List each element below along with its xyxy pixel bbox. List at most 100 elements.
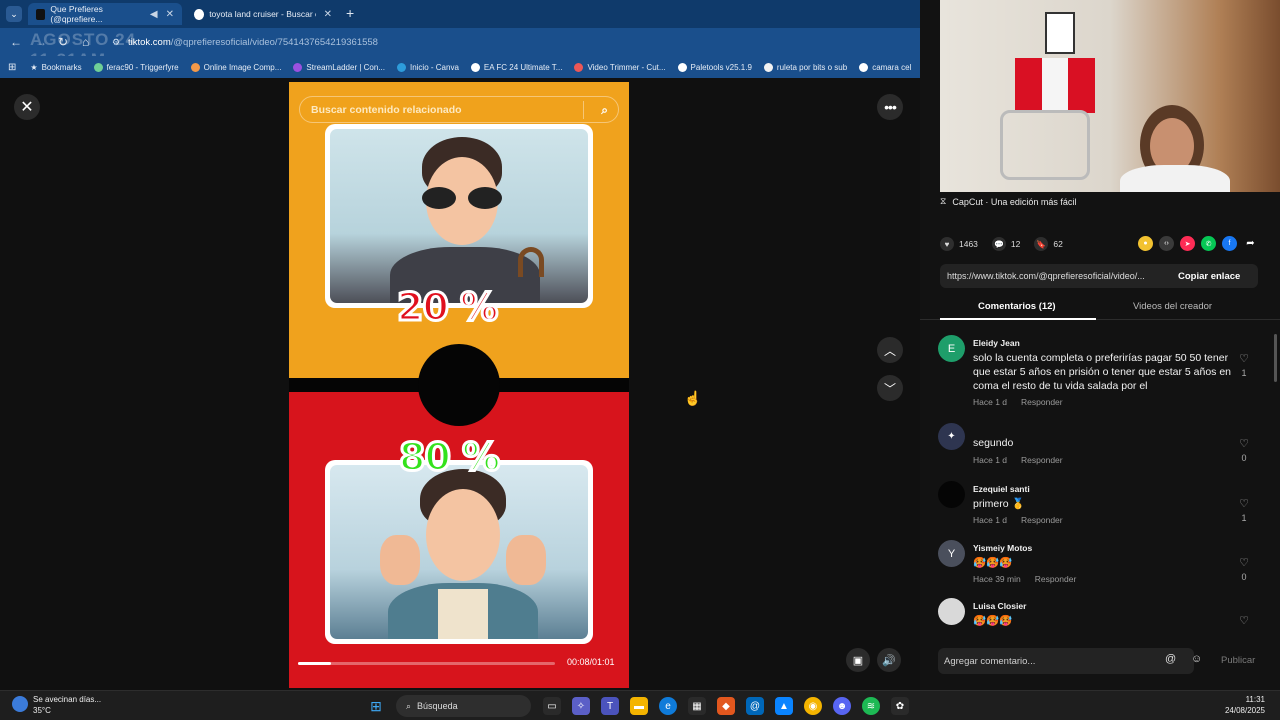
bookmark-item[interactable]: StreamLadder | Con... xyxy=(293,62,385,72)
previous-video-button[interactable]: ︿ xyxy=(877,337,903,363)
mention-icon[interactable]: @ xyxy=(1165,653,1176,665)
copy-link-button[interactable]: Copiar enlace xyxy=(1178,271,1240,282)
tab-google-search[interactable]: toyota land cruiser - Buscar con ✕ xyxy=(186,3,340,25)
close-video-button[interactable]: ✕ xyxy=(14,94,40,120)
store-icon[interactable]: ▦ xyxy=(688,697,706,715)
tiktok-favicon-icon xyxy=(36,8,46,20)
bookmark-item[interactable]: ruleta por bits o sub xyxy=(763,62,847,72)
bookmark-item[interactable]: Video Trimmer - Cut... xyxy=(574,62,666,72)
windows-start-icon[interactable]: ⊞ xyxy=(367,697,385,715)
device-icon: ▣ xyxy=(852,654,864,667)
saves-count: 62 xyxy=(1053,239,1063,249)
apps-grid-icon[interactable]: ⊞ xyxy=(8,62,16,73)
url-field[interactable]: ⚙ tiktok.com/@qprefieresoficial/video/75… xyxy=(110,33,920,52)
edge-icon[interactable]: e xyxy=(659,697,677,715)
more-icon: ••• xyxy=(884,99,897,115)
comment-author[interactable]: Eleidy Jean xyxy=(973,338,1020,348)
reply-button[interactable]: Responder xyxy=(1021,397,1063,407)
heart-icon[interactable]: ♡ xyxy=(1238,556,1250,569)
weather-widget[interactable]: Se avecinan días... 35°C xyxy=(12,694,101,716)
weather-title: Se avecinan días... xyxy=(33,695,102,704)
tab-comments[interactable]: Comentarios (12) xyxy=(978,301,1056,312)
publish-button[interactable]: Publicar xyxy=(1221,655,1255,666)
share-arrow-icon[interactable]: ➦ xyxy=(1243,236,1258,251)
capcut-promo[interactable]: ⧖ CapCut · Una edición más fácil xyxy=(940,196,1076,207)
comment-author[interactable]: Yismeiy Motos xyxy=(973,543,1032,553)
task-view-icon[interactable]: ▭ xyxy=(543,697,561,715)
tab-creator-videos[interactable]: Videos del creador xyxy=(1133,301,1212,312)
comment-text: segundo xyxy=(973,437,1014,449)
bookmark-item[interactable]: EA FC 24 Ultimate T... xyxy=(470,62,562,72)
file-explorer-icon[interactable]: ▬ xyxy=(630,697,648,715)
bookmark-item[interactable]: ★ Bookmarks xyxy=(30,63,81,72)
likes-stat[interactable]: ♥ 1463 xyxy=(940,237,978,251)
close-icon[interactable]: ✕ xyxy=(166,9,174,20)
video-progress-bar[interactable] xyxy=(298,662,555,665)
chrome-icon[interactable]: ◉ xyxy=(804,697,822,715)
saves-stat[interactable]: 🔖 62 xyxy=(1034,237,1063,251)
avatar[interactable]: E xyxy=(938,335,965,362)
save-video-button[interactable]: ▣ xyxy=(846,648,870,672)
speaker-icon[interactable]: ◀ xyxy=(150,9,158,20)
emoji-icon[interactable]: ☺ xyxy=(1191,653,1202,665)
next-video-button[interactable]: ﹀ xyxy=(877,375,903,401)
bookmark-label: ferac90 - Triggerfyre xyxy=(106,62,179,72)
send-icon[interactable]: ➤ xyxy=(1180,236,1195,251)
avatar[interactable] xyxy=(938,481,965,508)
bookmark-favicon-icon xyxy=(93,62,103,72)
bookmark-label: Video Trimmer - Cut... xyxy=(587,62,666,72)
coin-icon[interactable]: ● xyxy=(1138,236,1153,251)
teams-icon[interactable]: T xyxy=(601,697,619,715)
facebook-icon[interactable]: f xyxy=(1222,236,1237,251)
comment-author[interactable]: Luisa Closier xyxy=(973,601,1026,611)
option-bottom-image xyxy=(325,460,593,644)
new-tab-icon[interactable]: + xyxy=(346,5,354,21)
share-link[interactable]: https://www.tiktok.com/@qprefieresoficia… xyxy=(940,271,1170,281)
embed-icon[interactable]: ‹› xyxy=(1159,236,1174,251)
comments-count: 12 xyxy=(1010,239,1021,249)
avatar[interactable]: Y xyxy=(938,540,965,567)
spotify-icon[interactable]: ≋ xyxy=(862,697,880,715)
video-player[interactable]: Buscar contenido relacionado ⌕ 20 % 80 %… xyxy=(289,82,629,688)
tab-tiktok[interactable]: Que Prefieres (@qprefiere... ◀ ✕ xyxy=(28,3,182,25)
avatar[interactable] xyxy=(938,598,965,625)
app-icon[interactable]: ✿ xyxy=(891,697,909,715)
outlook-icon[interactable]: @ xyxy=(746,697,764,715)
close-icon[interactable]: ✕ xyxy=(324,9,332,20)
more-options-button[interactable]: ••• xyxy=(877,94,903,120)
tab-menu-icon[interactable]: ⌄ xyxy=(6,6,22,22)
bookmark-item[interactable]: Online Image Comp... xyxy=(190,62,282,72)
bookmark-label: Online Image Comp... xyxy=(203,62,282,72)
comment-like-count: 0 xyxy=(1241,453,1247,463)
heart-icon[interactable]: ♡ xyxy=(1238,497,1250,510)
photos-icon[interactable]: ▲ xyxy=(775,697,793,715)
taskbar-search[interactable]: ⌕ Búsqueda xyxy=(396,695,531,717)
overlay-date-line: AGOSTO 24 xyxy=(30,30,136,49)
video-progress-fill xyxy=(298,662,332,665)
reply-button[interactable]: Responder xyxy=(1035,574,1077,584)
bookmark-item[interactable]: Inicio - Canva xyxy=(396,62,459,72)
heart-icon[interactable]: ♡ xyxy=(1238,614,1250,627)
reply-button[interactable]: Responder xyxy=(1021,515,1063,525)
related-search-input[interactable]: Buscar contenido relacionado ⌕ xyxy=(299,96,619,123)
office-icon[interactable]: ◆ xyxy=(717,697,735,715)
bookmark-item[interactable]: ferac90 - Triggerfyre xyxy=(93,62,179,72)
comments-stat[interactable]: 💬 12 xyxy=(991,237,1021,251)
bookmark-item[interactable]: Paletools v25.1.9 xyxy=(677,62,752,72)
heart-icon[interactable]: ♡ xyxy=(1238,437,1250,450)
system-clock[interactable]: 11:31 24/08/2025 xyxy=(1212,694,1265,716)
comment-input[interactable]: Agregar comentario... @ ☺ xyxy=(938,648,1202,674)
back-icon[interactable]: ← xyxy=(10,35,22,49)
discord-icon[interactable]: ☻ xyxy=(833,697,851,715)
volume-button[interactable]: 🔊 xyxy=(877,648,901,672)
comment-author[interactable]: Ezequiel santi xyxy=(973,484,1030,494)
avatar[interactable]: ✦ xyxy=(938,423,965,450)
comment-meta: Hace 39 min Responder xyxy=(973,574,1090,584)
copilot-icon[interactable]: ✧ xyxy=(572,697,590,715)
heart-icon[interactable]: ♡ xyxy=(1238,352,1250,365)
reply-button[interactable]: Responder xyxy=(1021,455,1063,465)
bookmark-favicon-icon xyxy=(396,62,406,72)
whatsapp-icon[interactable]: ✆ xyxy=(1201,236,1216,251)
bookmark-item[interactable]: camara cel xyxy=(859,62,911,72)
search-icon[interactable]: ⌕ xyxy=(601,103,608,118)
